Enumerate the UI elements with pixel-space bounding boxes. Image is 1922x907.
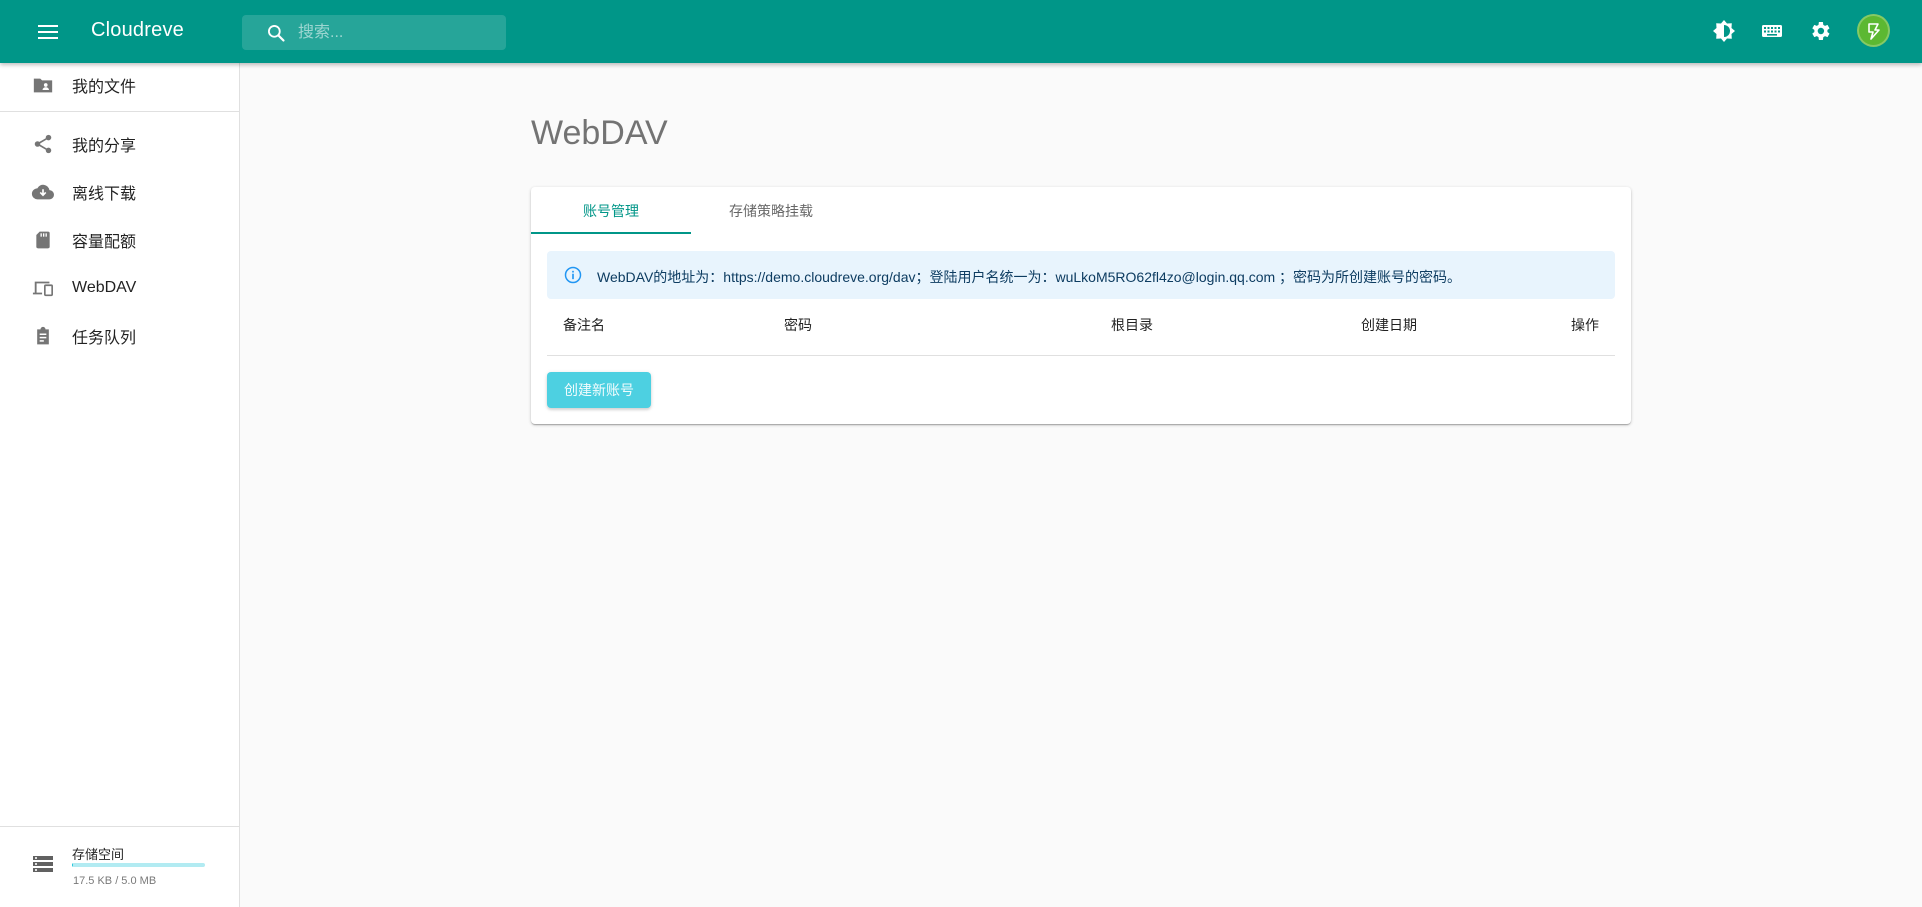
devices-icon: [31, 276, 55, 300]
sidebar-item-webdav[interactable]: WebDAV: [0, 266, 239, 310]
table-divider: [547, 355, 1615, 356]
avatar[interactable]: [1857, 14, 1890, 47]
page-title: WebDAV: [531, 114, 668, 152]
cloud-download-icon: [31, 180, 55, 204]
create-account-button[interactable]: 创建新账号: [547, 372, 651, 408]
assignment-icon: [31, 324, 55, 348]
storage-progress-fill: [72, 863, 73, 867]
sidebar-item-my-shares[interactable]: 我的分享: [0, 122, 239, 166]
sd-card-icon: [31, 228, 55, 252]
sidebar-divider: [0, 111, 239, 112]
sidebar: 我的文件 我的分享 离线下载 容量配额 WebDAV 任务队列 存储空间 17.…: [0, 63, 240, 907]
menu-icon: [37, 24, 58, 39]
sidebar-item-label: 容量配额: [72, 234, 137, 251]
sidebar-item-label: 我的文件: [72, 79, 137, 96]
search-input[interactable]: [298, 15, 498, 50]
alert-message: WebDAV的地址为：https://demo.cloudreve.org/da…: [597, 269, 1462, 285]
sidebar-item-quota[interactable]: 容量配额: [0, 218, 239, 262]
search-icon: [268, 25, 285, 42]
tab-bar: 账号管理 存储策略挂载: [531, 187, 1631, 235]
tab-account-management[interactable]: 账号管理: [531, 187, 691, 235]
settings-button[interactable]: [1806, 17, 1834, 45]
menu-button[interactable]: [31, 15, 64, 48]
webdav-card: 账号管理 存储策略挂载 WebDAV的地址为：https://demo.clou…: [531, 187, 1631, 424]
keyboard-icon: [1762, 25, 1782, 37]
column-header-root: 根目录: [1111, 317, 1153, 333]
storage-icon: [33, 856, 53, 872]
avatar-icon: [1867, 22, 1880, 40]
sidebar-item-label: 离线下载: [72, 186, 137, 203]
share-icon: [31, 132, 55, 156]
tab-indicator: [531, 232, 691, 234]
app-bar: Cloudreve: [0, 0, 1922, 63]
info-alert: WebDAV的地址为：https://demo.cloudreve.org/da…: [547, 251, 1615, 299]
settings-icon: [1812, 22, 1830, 40]
column-header-note: 备注名: [563, 317, 605, 333]
column-header-actions: 操作: [1571, 317, 1599, 333]
column-header-created: 创建日期: [1361, 317, 1417, 333]
sidebar-item-offline-download[interactable]: 离线下载: [0, 170, 239, 214]
app-title: Cloudreve: [91, 19, 184, 41]
keyboard-button[interactable]: [1758, 17, 1786, 45]
storage-divider: [0, 826, 239, 827]
sidebar-item-label: 我的分享: [72, 138, 137, 155]
sidebar-item-my-files[interactable]: 我的文件: [0, 63, 239, 107]
storage-progress-bar: [72, 863, 205, 867]
folder-shared-icon: [31, 73, 55, 97]
sidebar-item-task-queue[interactable]: 任务队列: [0, 314, 239, 358]
info-icon: [564, 266, 582, 284]
sidebar-item-label: 任务队列: [72, 330, 137, 347]
storage-usage: 17.5 KB / 5.0 MB: [73, 875, 157, 887]
theme-toggle-button[interactable]: [1710, 17, 1738, 45]
storage-summary[interactable]: 存储空间 17.5 KB / 5.0 MB: [0, 839, 239, 907]
search-box[interactable]: [242, 15, 506, 50]
tab-storage-policy-mount[interactable]: 存储策略挂载: [691, 187, 851, 235]
storage-title: 存储空间: [72, 847, 125, 862]
column-header-password: 密码: [784, 317, 812, 333]
theme-toggle-icon: [1713, 20, 1735, 42]
sidebar-item-label: WebDAV: [72, 279, 137, 296]
